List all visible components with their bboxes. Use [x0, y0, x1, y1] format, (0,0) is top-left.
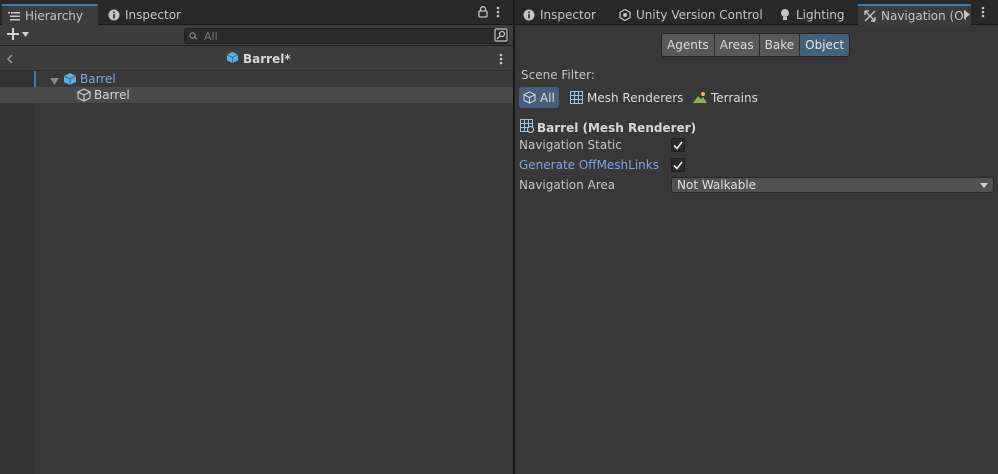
navigation-window: Inspector Unity Version Control Lighting… — [515, 0, 998, 474]
navigation-area-dropdown[interactable]: Not Walkable — [671, 177, 994, 193]
checkmark-icon — [673, 161, 683, 170]
nav-tab-object[interactable]: Object — [800, 34, 850, 56]
version-control-icon — [619, 8, 631, 21]
lock-icon[interactable] — [478, 6, 488, 21]
filter-terrains-button[interactable]: Terrains — [689, 87, 762, 108]
filter-all-label: All — [540, 90, 555, 105]
chevron-down-icon — [980, 182, 988, 188]
bulb-icon — [779, 9, 791, 21]
search-placeholder: All — [204, 29, 218, 43]
generate-offmeshlinks-checkbox[interactable] — [671, 158, 685, 172]
tab-hierarchy[interactable]: Hierarchy — [2, 4, 98, 25]
mesh-renderer-icon — [520, 119, 534, 136]
tab-inspector-left-label: Inspector — [125, 7, 181, 22]
navigation-mode-tabs: Agents Areas Bake Object — [661, 33, 851, 57]
more-options-icon[interactable] — [981, 6, 985, 21]
search-options-icon[interactable] — [494, 28, 508, 45]
left-tab-bar: Hierarchy Inspector — [0, 0, 513, 25]
back-arrow-icon[interactable] — [6, 53, 13, 67]
filter-all-button[interactable]: All — [519, 87, 559, 108]
search-icon — [189, 32, 198, 40]
hierarchy-toolbar: All — [0, 25, 513, 46]
chevron-down-icon — [22, 31, 29, 37]
info-icon — [108, 9, 120, 21]
info-icon — [523, 9, 535, 21]
navigation-static-checkbox[interactable] — [671, 138, 685, 152]
search-input[interactable]: All — [184, 28, 509, 44]
prefab-icon — [226, 51, 239, 67]
filter-terrains-label: Terrains — [711, 90, 758, 105]
navigation-area-label: Navigation Area — [519, 178, 616, 192]
object-title: Barrel (Mesh Renderer) — [537, 120, 697, 135]
tab-unity-version-control-label: Unity Version Control — [636, 7, 763, 22]
list-icon — [8, 10, 20, 22]
scene-filter-label: Scene Filter: — [521, 68, 595, 82]
filter-mesh-renderers-button[interactable]: Mesh Renderers — [566, 87, 687, 108]
tab-hierarchy-label: Hierarchy — [25, 8, 84, 23]
grid-icon — [570, 91, 583, 104]
hierarchy-window: Hierarchy Inspector All Barrel* Barrel B… — [0, 0, 513, 474]
navigation-static-row: Navigation Static — [519, 136, 994, 154]
selection-marker — [34, 71, 36, 87]
terrain-icon — [693, 92, 707, 103]
object-header: Barrel (Mesh Renderer) — [520, 119, 696, 136]
tab-inspector[interactable]: Inspector — [517, 4, 613, 25]
tree-item-barrel-root[interactable]: Barrel — [0, 71, 513, 87]
tree-item-barrel-child[interactable]: Barrel — [0, 87, 513, 103]
tab-unity-version-control[interactable]: Unity Version Control — [613, 4, 771, 25]
nav-tab-bake[interactable]: Bake — [759, 34, 801, 56]
tab-inspector-label: Inspector — [540, 7, 596, 22]
scene-header: Barrel* — [0, 46, 513, 71]
navigation-area-row: Navigation Area Not Walkable — [519, 176, 994, 194]
filter-mesh-renderers-label: Mesh Renderers — [587, 90, 684, 105]
more-options-icon[interactable] — [496, 6, 500, 21]
hierarchy-tree: Barrel Barrel — [0, 71, 513, 474]
navigation-area-value: Not Walkable — [677, 178, 757, 192]
tab-navigation[interactable]: Navigation (Ol — [858, 4, 971, 25]
navigation-static-label: Navigation Static — [519, 138, 622, 152]
generate-offmeshlinks-label: Generate OffMeshLinks — [519, 158, 659, 172]
navigation-icon — [864, 9, 876, 22]
tab-inspector-left[interactable]: Inspector — [102, 4, 192, 25]
tab-navigation-label: Navigation (Ol — [881, 8, 967, 23]
create-button[interactable] — [7, 28, 29, 40]
plus-icon — [7, 28, 19, 40]
scene-title: Barrel* — [243, 52, 291, 66]
tab-lighting[interactable]: Lighting — [773, 4, 857, 25]
right-tab-bar: Inspector Unity Version Control Lighting… — [515, 0, 998, 25]
hierarchy-gutter — [0, 71, 34, 474]
tree-item-label: Barrel — [94, 88, 130, 102]
tree-item-label: Barrel — [80, 72, 116, 86]
generate-offmeshlinks-row: Generate OffMeshLinks — [519, 156, 994, 174]
gameobject-cube-icon — [77, 88, 91, 105]
nav-tab-agents[interactable]: Agents — [662, 34, 715, 56]
cube-icon — [523, 91, 536, 104]
scene-menu-icon[interactable] — [499, 53, 503, 68]
tab-lighting-label: Lighting — [796, 7, 845, 22]
checkmark-icon — [673, 141, 683, 150]
tab-scroll-right-icon[interactable] — [964, 8, 970, 22]
nav-tab-areas[interactable]: Areas — [714, 34, 760, 56]
